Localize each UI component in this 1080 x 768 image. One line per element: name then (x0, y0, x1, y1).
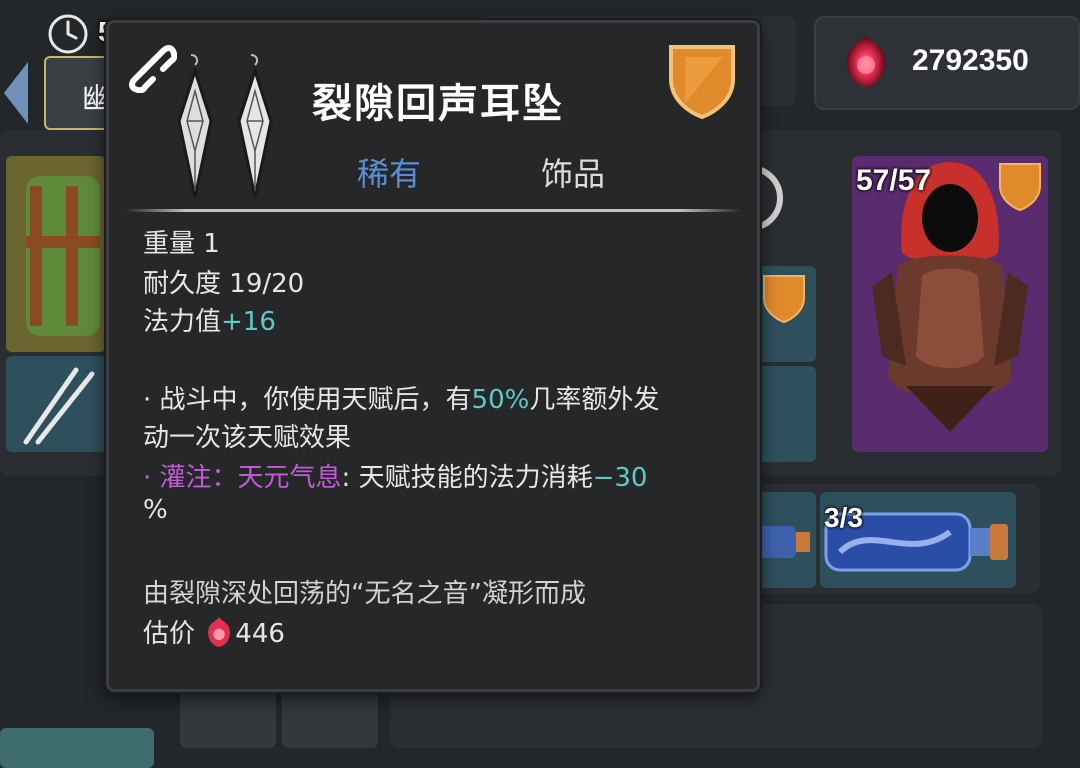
potion-slot-1[interactable] (756, 492, 816, 588)
item-title: 裂隙回声耳坠 (312, 81, 564, 127)
clock-icon (48, 14, 88, 54)
shield-badge-icon (999, 163, 1041, 212)
item-tooltip: 裂隙回声耳坠 稀有 饰品 重量 1 耐久度 19/20 法力值+16 · 战斗中… (106, 20, 760, 692)
stat-durability-value: 19/20 (229, 269, 305, 299)
potion-count: 3/3 (824, 502, 863, 533)
red-soul-gem-icon (846, 35, 886, 87)
equip-slot-weapon[interactable] (6, 356, 106, 452)
effect-2-line2: % (143, 495, 168, 525)
currency-value: 2792350 (912, 44, 1029, 77)
stat-mana: 法力值+16 (143, 301, 276, 338)
equip-slot-backpack[interactable] (6, 156, 106, 352)
effect-1: · 战斗中，你使用天赋后，有50%几率额外发 (143, 379, 659, 416)
stash-slot[interactable] (180, 688, 276, 748)
equip-slot-accessory-2[interactable] (756, 366, 816, 462)
item-category: 饰品 (541, 155, 606, 193)
stat-durability: 耐久度 19/20 (143, 263, 304, 300)
shield-badge-icon (763, 275, 805, 324)
needles-icon (23, 367, 95, 445)
effect-2-text: : 天赋技能的法力消耗 (341, 463, 593, 493)
red-soul-gem-icon (208, 617, 231, 647)
backpack-icon (26, 176, 100, 336)
left-arrow-icon[interactable] (0, 60, 30, 126)
bottom-left-button[interactable] (0, 728, 154, 768)
effect-2-value: −30 (592, 463, 648, 493)
stat-mana-value: +16 (221, 307, 276, 337)
divider (125, 209, 741, 212)
stat-durability-label: 耐久度 (143, 269, 222, 299)
effect-2-infusion-tag: 灌注：天元气息 (159, 463, 342, 493)
effect-2: · 灌注：天元气息: 天赋技能的法力消耗−30 (143, 457, 647, 494)
shield-rarity-icon (669, 45, 735, 120)
flavor-text: 由裂隙深处回荡的“无名之音”凝形而成 (143, 579, 586, 609)
stash-slot[interactable] (282, 688, 378, 748)
effect-1-text: 战斗中，你使用天赋后，有 (159, 385, 472, 415)
effect-2-bullet: · (143, 463, 152, 493)
price-label: 估价 (143, 619, 196, 649)
effect-1-text-end: 几率额外发 (529, 385, 660, 415)
stat-weight: 重量 1 (143, 223, 220, 260)
potion-bottle-icon (756, 526, 810, 558)
currency-bar: 2792350 (814, 16, 1080, 110)
stat-weight-value: 1 (203, 229, 220, 259)
effect-1-chance: 50% (471, 385, 530, 415)
hp-text: 57/57 (856, 164, 932, 197)
stat-weight-label: 重量 (143, 229, 196, 259)
effect-1-bullet: · (143, 385, 152, 415)
price-value: 446 (235, 619, 285, 649)
price-row: 估价 446 (143, 613, 285, 650)
stat-mana-label: 法力值 (143, 307, 222, 337)
item-rarity: 稀有 (357, 155, 422, 193)
effect-1-line2: 动一次该天赋效果 (143, 423, 352, 453)
